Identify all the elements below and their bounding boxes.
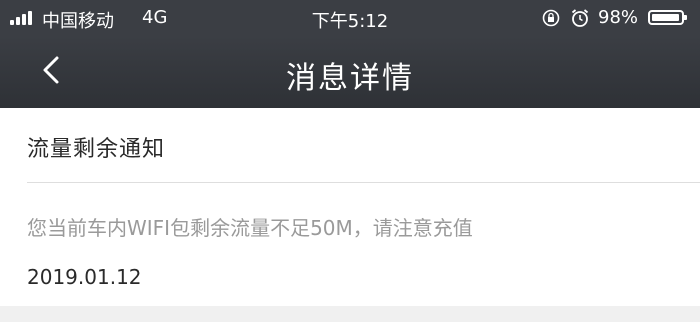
orientation-lock-icon (542, 9, 560, 27)
message-body: 您当前车内WIFI包剩余流量不足50M，请注意充值 (27, 216, 473, 240)
bottom-band (0, 306, 700, 322)
nav-bar: 消息详情 (0, 36, 700, 108)
alarm-icon (571, 9, 589, 27)
message-detail: 流量剩余通知 您当前车内WIFI包剩余流量不足50M，请注意充值 2019.01… (0, 108, 700, 322)
status-bar: 中国移动 4G 下午5:12 98% (0, 0, 700, 36)
page-title: 消息详情 (286, 61, 414, 96)
battery-icon (648, 10, 687, 25)
battery-percent: 98% (598, 7, 639, 28)
divider (27, 182, 700, 183)
status-time: 下午5:12 (311, 11, 389, 32)
message-title: 流量剩余通知 (27, 137, 166, 162)
message-date: 2019.01.12 (27, 265, 142, 289)
